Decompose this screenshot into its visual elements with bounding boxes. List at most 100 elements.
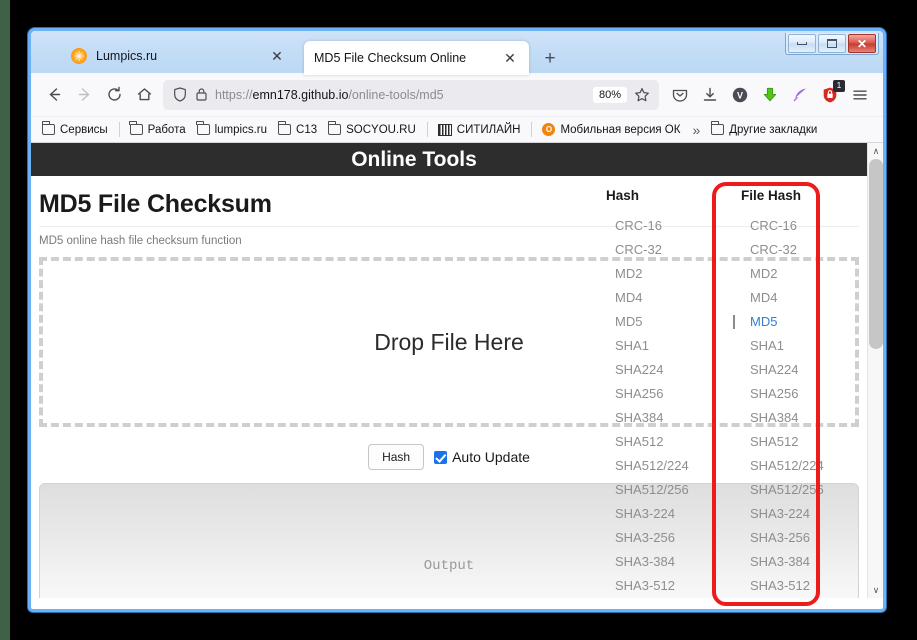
hash-link-crc16[interactable]: CRC-16 <box>606 214 741 238</box>
minimize-button[interactable] <box>788 34 816 53</box>
hash-column-title: Hash <box>606 188 741 203</box>
file-hash-link-md2[interactable]: MD2 <box>741 262 876 286</box>
hash-link-sha512-224[interactable]: SHA512/224 <box>606 454 741 478</box>
scrollbar-thumb[interactable] <box>869 159 883 349</box>
file-hash-link-sha512-224[interactable]: SHA512/224 <box>741 454 876 478</box>
file-hash-link-md4[interactable]: MD4 <box>741 286 876 310</box>
shield-icon[interactable] <box>169 80 191 110</box>
hash-link-crc32[interactable]: CRC-32 <box>606 238 741 262</box>
bookmark-item-lumpics[interactable]: lumpics.ru <box>192 122 272 138</box>
bookmark-label: Сервисы <box>60 124 108 136</box>
browser-tab-lumpics[interactable]: Lumpics.ru ✕ <box>61 39 296 73</box>
site-header: Online Tools <box>31 143 867 176</box>
window-controls: ✕ <box>785 33 879 55</box>
hash-link-sha256[interactable]: SHA256 <box>606 382 741 406</box>
pocket-icon[interactable] <box>665 80 695 110</box>
bookmark-item-services[interactable]: Сервисы <box>37 122 113 138</box>
bookmark-separator <box>531 122 532 137</box>
folder-icon <box>42 124 55 135</box>
close-icon[interactable]: ✕ <box>268 47 286 65</box>
file-hash-link-sha256[interactable]: SHA256 <box>741 382 876 406</box>
lock-icon[interactable] <box>191 80 211 110</box>
hash-link-sha3-224[interactable]: SHA3-224 <box>606 502 741 526</box>
downloads-icon[interactable] <box>695 80 725 110</box>
bookmark-star-icon[interactable] <box>631 80 653 110</box>
hash-link-sha512-256[interactable]: SHA512/256 <box>606 478 741 502</box>
browser-window: Lumpics.ru ✕ MD5 File Checksum Online ✕ … <box>28 28 886 612</box>
extension-badge-count: 1 <box>833 80 845 92</box>
hash-link-md2[interactable]: MD2 <box>606 262 741 286</box>
scroll-down-icon[interactable]: ∨ <box>868 582 883 598</box>
hash-link-md5[interactable]: MD5 <box>606 310 741 334</box>
auto-update-checkbox[interactable] <box>434 451 447 464</box>
hash-link-sha384[interactable]: SHA384 <box>606 406 741 430</box>
file-hash-link-sha1[interactable]: SHA1 <box>741 334 876 358</box>
browser-tab-md5[interactable]: MD5 File Checksum Online ✕ <box>304 41 529 75</box>
hash-columns: Hash CRC-16 CRC-32 MD2 MD4 MD5 SHA1 SHA2… <box>606 188 876 598</box>
bookmark-item-other[interactable]: Другие закладки <box>706 122 822 138</box>
adblock-extension-icon[interactable]: 1 <box>815 80 845 110</box>
bookmark-item-citilink[interactable]: СИТИЛАЙН <box>433 122 526 138</box>
page-viewport: Online Tools MD5 File Checksum MD5 onlin… <box>31 143 883 598</box>
reload-icon[interactable] <box>99 80 129 110</box>
auto-update-toggle[interactable]: Auto Update <box>434 449 530 465</box>
bookmark-item-ok-mobile[interactable]: O Мобильная версия ОК <box>537 121 685 138</box>
file-hash-link-sha512[interactable]: SHA512 <box>741 430 876 454</box>
file-hash-link-sha3-224[interactable]: SHA3-224 <box>741 502 876 526</box>
file-hash-link-sha384[interactable]: SHA384 <box>741 406 876 430</box>
file-hash-link-sha224[interactable]: SHA224 <box>741 358 876 382</box>
hash-link-sha3-256[interactable]: SHA3-256 <box>606 526 741 550</box>
forward-icon[interactable] <box>69 80 99 110</box>
file-hash-link-sha512-256[interactable]: SHA512/256 <box>741 478 876 502</box>
svg-text:V: V <box>737 90 743 100</box>
tab-strip: Lumpics.ru ✕ MD5 File Checksum Online ✕ … <box>31 31 883 73</box>
auto-update-label: Auto Update <box>452 449 530 465</box>
back-icon[interactable] <box>39 80 69 110</box>
hash-link-sha3-384[interactable]: SHA3-384 <box>606 550 741 574</box>
app-menu-icon[interactable] <box>845 80 875 110</box>
folder-icon <box>328 124 341 135</box>
hash-link-sha1[interactable]: SHA1 <box>606 334 741 358</box>
dropzone-label: Drop File Here <box>374 329 524 356</box>
feather-extension-icon[interactable] <box>785 80 815 110</box>
folder-icon <box>711 124 724 135</box>
scroll-up-icon[interactable]: ∧ <box>868 143 883 159</box>
file-hash-link-crc32[interactable]: CRC-32 <box>741 238 876 262</box>
vivaldi-extension-icon[interactable]: V <box>725 80 755 110</box>
hash-button[interactable]: Hash <box>368 444 424 470</box>
new-tab-button[interactable]: + <box>540 48 560 68</box>
bookmark-label: СИТИЛАЙН <box>457 124 521 136</box>
hash-link-sha224[interactable]: SHA224 <box>606 358 741 382</box>
page-scrollbar[interactable]: ∧ ∨ <box>867 143 883 598</box>
file-hash-column-title: File Hash <box>741 188 876 203</box>
zoom-level-badge[interactable]: 80% <box>593 87 627 103</box>
folder-icon <box>197 124 210 135</box>
bookmark-item-c13[interactable]: C13 <box>273 122 322 138</box>
output-placeholder: Output <box>424 558 474 574</box>
file-hash-link-crc16[interactable]: CRC-16 <box>741 214 876 238</box>
odnoklassniki-icon: O <box>542 123 555 136</box>
citilink-icon <box>438 124 452 136</box>
home-icon[interactable] <box>129 80 159 110</box>
bookmark-item-work[interactable]: Работа <box>125 122 191 138</box>
bookmark-label: lumpics.ru <box>215 124 267 136</box>
bookmarks-overflow-chevron-icon[interactable]: » <box>686 122 706 138</box>
file-hash-link-sha3-256[interactable]: SHA3-256 <box>741 526 876 550</box>
file-hash-link-md5[interactable]: MD5 <box>741 310 876 334</box>
maximize-button[interactable] <box>818 34 846 53</box>
bookmarks-toolbar: Сервисы Работа lumpics.ru C13 SOCYOU.RU … <box>31 117 883 143</box>
hash-link-md4[interactable]: MD4 <box>606 286 741 310</box>
file-hash-link-sha3-512[interactable]: SHA3-512 <box>741 574 876 598</box>
bookmark-item-socyou[interactable]: SOCYOU.RU <box>323 122 421 138</box>
maximize-icon <box>827 39 837 48</box>
bookmark-separator <box>119 122 120 137</box>
file-hash-link-sha3-384[interactable]: SHA3-384 <box>741 550 876 574</box>
hash-link-sha3-512[interactable]: SHA3-512 <box>606 574 741 598</box>
url-bar[interactable]: https://emn178.github.io/online-tools/md… <box>163 80 659 110</box>
close-window-button[interactable]: ✕ <box>848 34 876 53</box>
hash-link-sha512[interactable]: SHA512 <box>606 430 741 454</box>
navigation-toolbar: https://emn178.github.io/online-tools/md… <box>31 73 883 117</box>
download-helper-extension-icon[interactable] <box>755 80 785 110</box>
bookmark-label: Другие закладки <box>729 124 817 136</box>
close-icon[interactable]: ✕ <box>501 49 519 67</box>
